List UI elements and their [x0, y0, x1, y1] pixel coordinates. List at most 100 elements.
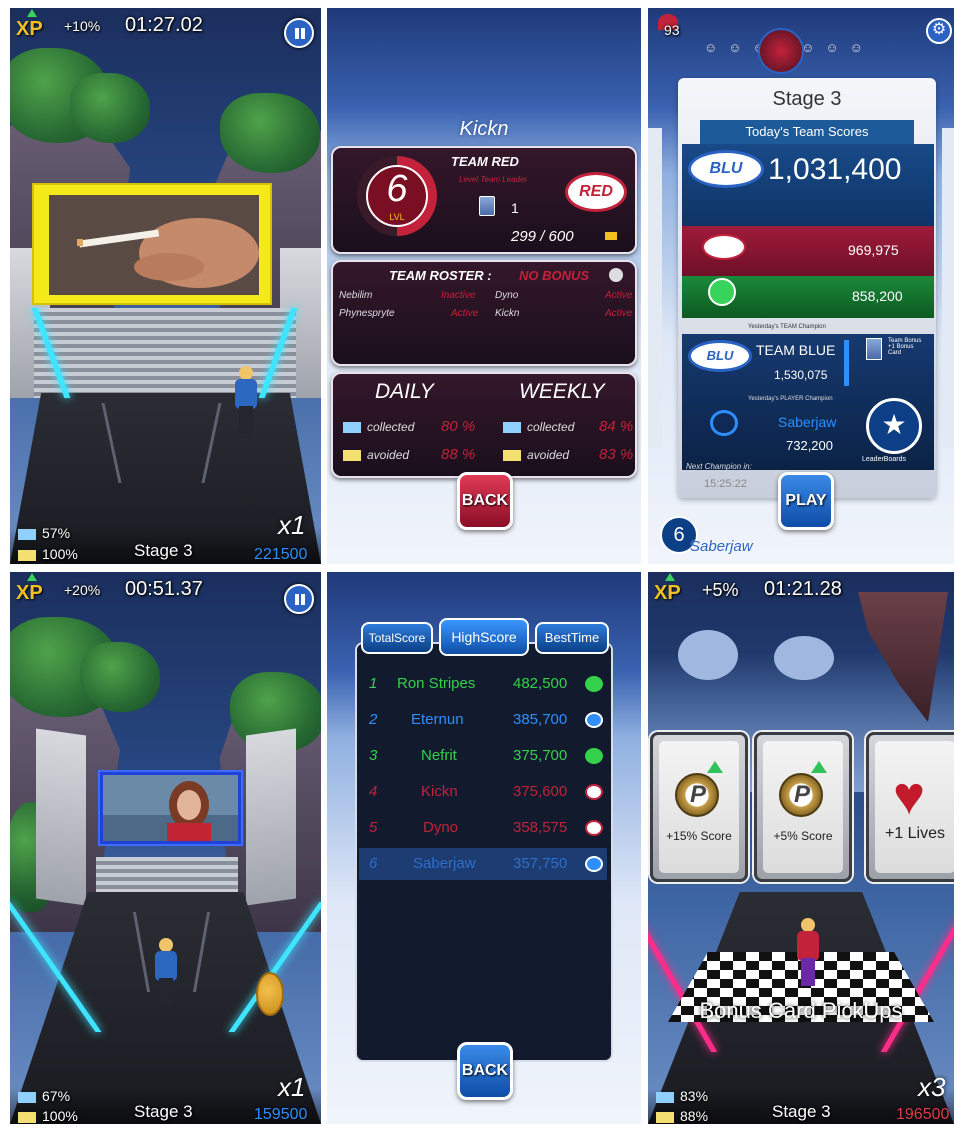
daily-label: DAILY	[375, 380, 434, 403]
weekly-collected-row: collected	[503, 420, 574, 434]
collected-stat: 67%	[18, 1088, 70, 1104]
team-green-icon	[585, 748, 603, 764]
coin-pickup-icon	[256, 972, 284, 1016]
table-row[interactable]: 4 Kickn 375,600	[359, 776, 607, 808]
team-champion-label: Yesterday's TEAM Champion	[748, 324, 826, 330]
weekly-avoided-row: avoided	[503, 448, 569, 462]
tree	[80, 642, 160, 712]
roster-status: Active	[605, 308, 633, 319]
profile-name: Saberjaw	[690, 538, 753, 555]
back-button[interactable]: BACK	[457, 472, 513, 530]
next-champion-label: Next Champion in:	[686, 462, 752, 471]
roster-info-icon	[609, 268, 623, 282]
stairs	[96, 857, 238, 897]
avoided-icon	[656, 1111, 674, 1123]
xp-icon: XP	[16, 573, 43, 605]
daily-collected: 80 %	[441, 418, 476, 435]
avatar-row-icons: ☺☺☺☺☺☺☺	[704, 40, 914, 60]
pause-button[interactable]	[284, 584, 314, 614]
tab-high-score[interactable]: HighScore	[439, 618, 529, 656]
run-timer: 01:21.28	[764, 578, 842, 600]
xp-icon: XP	[16, 9, 43, 41]
multiplier: x3	[918, 1072, 946, 1102]
bonus-card-icon	[866, 338, 882, 360]
avoided-icon	[18, 549, 36, 561]
floating-tree	[678, 630, 738, 680]
team-red-icon	[585, 820, 603, 836]
collected-stat: 57%	[18, 525, 70, 541]
player-runner	[232, 366, 260, 436]
bonus-card[interactable]: +15% Score	[650, 732, 748, 882]
back-button[interactable]: BACK	[457, 1042, 513, 1100]
champion-player-score: 732,200	[786, 438, 833, 453]
pause-button[interactable]	[284, 18, 314, 48]
team-blue-icon	[585, 712, 603, 728]
champion-team: TEAM BLUE	[756, 342, 836, 358]
table-row[interactable]: 2 Eternun 385,700	[359, 704, 607, 736]
leaderboards-label: LeaderBoards	[862, 456, 906, 463]
table-row[interactable]: 3 Nefrit 375,700	[359, 740, 607, 772]
champion-player: Saberjaw	[778, 414, 837, 430]
today-label: Today's Team Scores	[745, 124, 869, 139]
avoided-stat: 100%	[18, 546, 78, 562]
side-card-right	[942, 128, 954, 448]
tab-best-time[interactable]: BestTime	[535, 622, 609, 654]
stage-label: Stage 3	[134, 1102, 193, 1121]
roster-bonus: NO BONUS	[519, 268, 590, 283]
tree	[220, 93, 320, 173]
play-button[interactable]: PLAY	[778, 472, 834, 530]
stage-title: Stage 3	[772, 88, 842, 110]
weekly-label: WEEKLY	[519, 380, 605, 403]
portrait-billboard	[98, 770, 243, 846]
table-row[interactable]: 1 Ron Stripes 482,500	[359, 668, 607, 700]
blue-score: 1,031,400	[768, 153, 902, 186]
table-row-highlighted[interactable]: 6 Saberjaw 357,750	[359, 848, 607, 880]
xp-mini-icon	[605, 232, 617, 240]
leaderboard-screen: TotalScore HighScore BestTime 1 Ron Stri…	[327, 572, 641, 1124]
player-runner	[794, 918, 822, 988]
level-number: 6	[386, 168, 408, 210]
leaderboards-button[interactable]: ★	[866, 398, 922, 454]
xp-bonus: +20%	[64, 582, 101, 598]
green-score: 858,200	[852, 288, 903, 304]
avoided-stat: 88%	[656, 1108, 708, 1124]
champion-score: 1,530,075	[774, 368, 828, 382]
smoking-billboard	[32, 183, 272, 305]
roster-name: Nebilim	[339, 290, 373, 301]
weekly-collected: 84 %	[599, 418, 634, 435]
run-timer: 00:51.37	[125, 578, 203, 600]
stage-label: Stage 3	[772, 1102, 831, 1121]
multiplier: x1	[278, 1072, 306, 1102]
score: 159500	[254, 1106, 308, 1123]
daily-avoided: 88 %	[441, 446, 476, 463]
side-card-left	[648, 128, 662, 448]
card-icon	[479, 196, 495, 216]
player-champion-label: Yesterday's PLAYER Champion	[748, 396, 833, 402]
team-bonus-label: Team Bonus +1 Bonus Card	[888, 338, 922, 356]
tab-total-score[interactable]: TotalScore	[361, 622, 433, 654]
team-label: TEAM RED	[451, 154, 519, 169]
team-card: 6 LVL TEAM RED Level Team Leader 1 RED 2…	[331, 146, 637, 254]
score: 221500	[254, 546, 308, 563]
team-green-icon	[585, 676, 603, 692]
gate-wall-right	[246, 728, 296, 906]
roster-name: Phynesprytе	[339, 308, 395, 319]
bonus-card[interactable]: +5% Score	[754, 732, 852, 882]
stats-card: DAILY WEEKLY collected 80 % avoided 88 %…	[331, 372, 637, 478]
collected-icon	[656, 1091, 674, 1103]
team-red-logo	[702, 234, 746, 260]
table-row[interactable]: 5 Dyno 358,575	[359, 812, 607, 844]
xp-bonus: +10%	[64, 18, 101, 34]
tree	[70, 73, 150, 143]
collected-icon	[18, 528, 36, 540]
avoided-stat: 100%	[18, 1108, 78, 1124]
roster-status: Active	[605, 290, 633, 301]
settings-gear-icon[interactable]: ⚙	[926, 18, 952, 44]
daily-collected-row: collected	[343, 420, 414, 434]
portrait-image	[103, 775, 238, 841]
card-count: 1	[511, 200, 519, 216]
floating-tree	[774, 636, 834, 680]
team-blue-logo: BLU	[688, 150, 764, 188]
collected-stat: 83%	[656, 1088, 708, 1104]
bonus-card[interactable]: ♥ +1 Lives	[866, 732, 954, 882]
